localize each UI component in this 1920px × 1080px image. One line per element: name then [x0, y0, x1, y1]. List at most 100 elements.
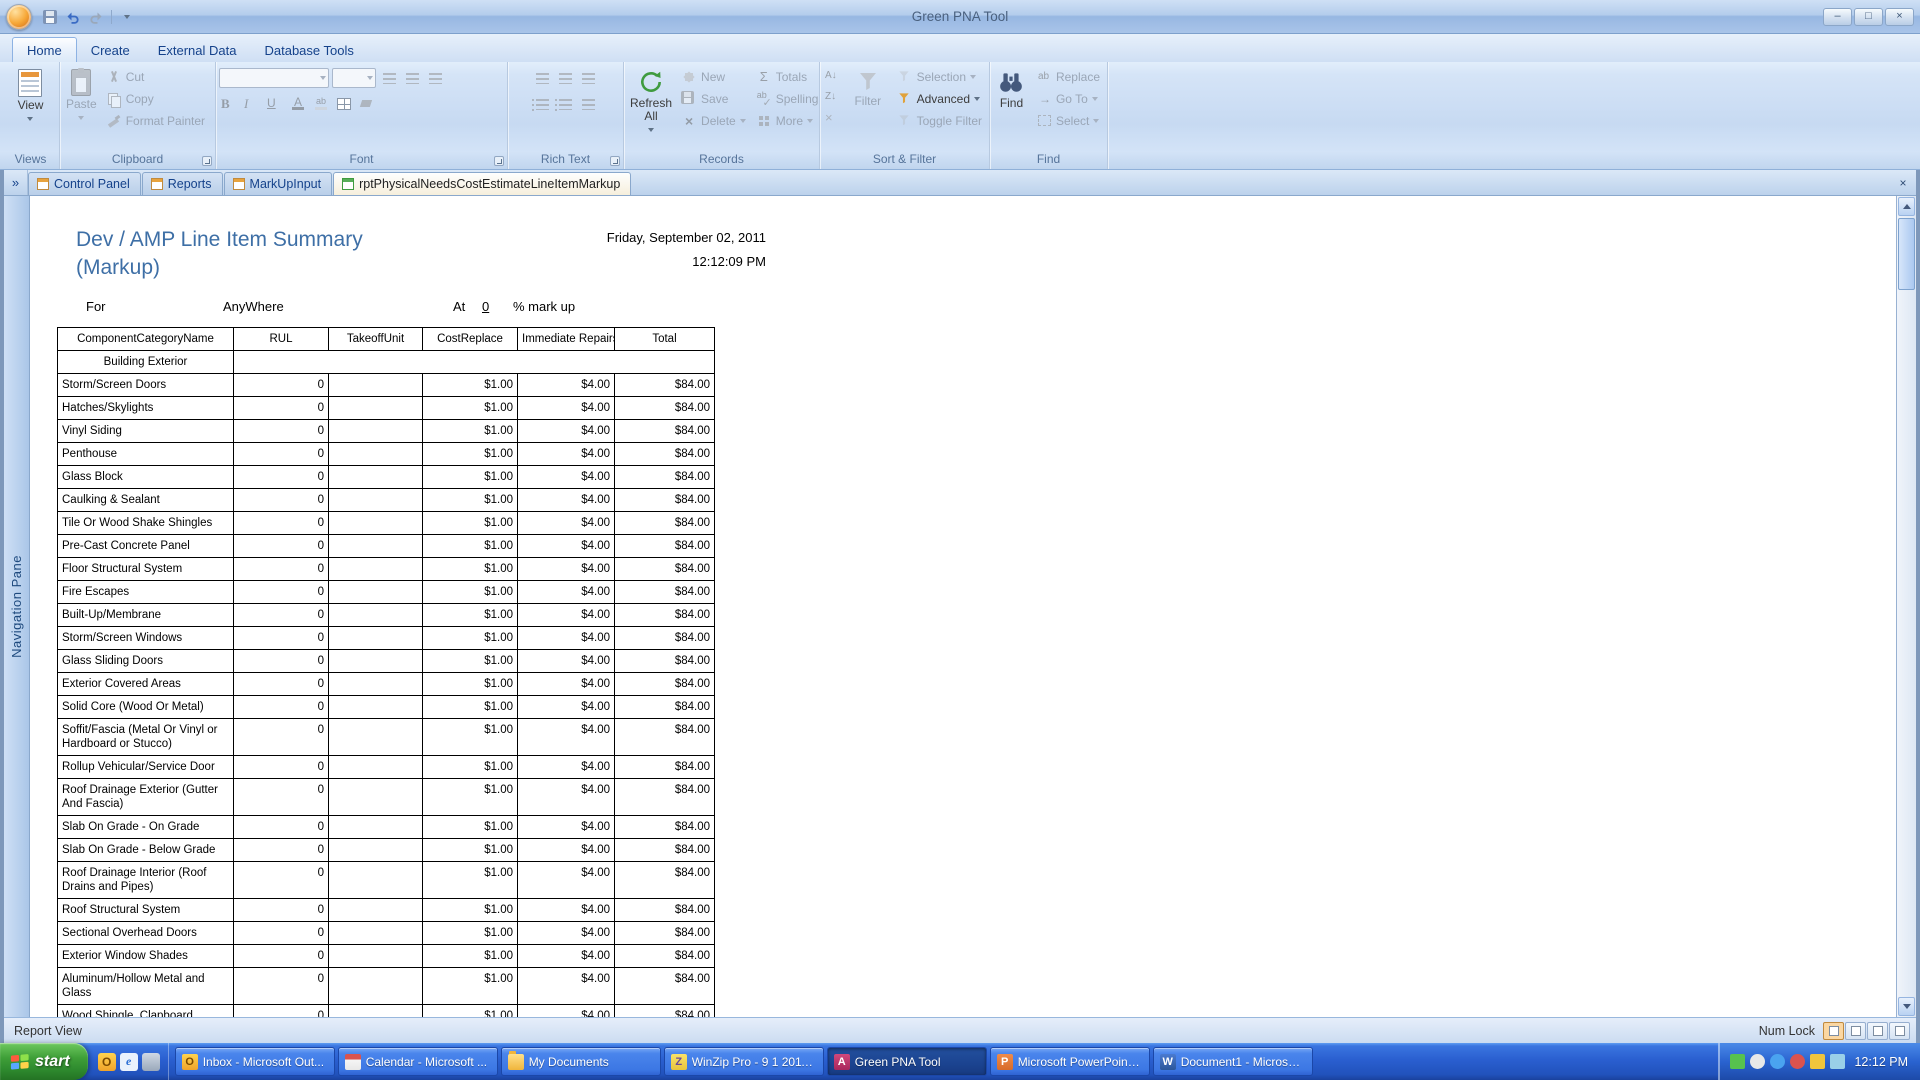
ribbon-tab-create[interactable]: Create [77, 38, 144, 62]
decrease-indent-button[interactable] [533, 68, 553, 88]
doc-tab-markupinput[interactable]: MarkUpInput [224, 172, 333, 195]
font-size-combo[interactable] [332, 68, 376, 88]
paragraph-marks-button[interactable] [579, 94, 599, 114]
scroll-down-button[interactable] [1898, 997, 1915, 1016]
minimize-button[interactable]: – [1823, 8, 1852, 26]
document-tab-bar: » Control PanelReportsMarkUpInputrptPhys… [4, 170, 1916, 196]
scroll-up-button[interactable] [1898, 197, 1915, 216]
increase-indent-button[interactable] [556, 68, 576, 88]
spelling-button[interactable]: Spelling [752, 88, 823, 109]
tray-icon-1[interactable] [1730, 1054, 1745, 1069]
table-row: Hatches/Skylights0$1.00$4.00$84.00 [58, 397, 715, 420]
scrollbar-thumb[interactable] [1898, 218, 1915, 290]
find-button[interactable]: Find [993, 66, 1030, 112]
tray-icon-5[interactable] [1810, 1054, 1825, 1069]
sort-descending-button[interactable] [823, 87, 843, 107]
toggle-filter-button[interactable]: Toggle Filter [893, 110, 986, 131]
doc-tab-reports[interactable]: Reports [142, 172, 223, 195]
filter-button[interactable]: Filter [845, 66, 891, 110]
undo-button[interactable] [63, 8, 83, 26]
table-cell: Tile Or Wood Shake Shingles [58, 512, 234, 535]
tray-icon-6[interactable] [1830, 1054, 1845, 1069]
taskbar-task-my-documents[interactable]: My Documents [501, 1047, 661, 1076]
fill-color-button[interactable] [357, 94, 377, 114]
redo-button[interactable] [86, 8, 106, 26]
vertical-scrollbar[interactable] [1896, 196, 1916, 1017]
taskbar-task-inbox-microsoft-out[interactable]: OInbox - Microsoft Out... [175, 1047, 335, 1076]
tray-icon-3[interactable] [1770, 1054, 1785, 1069]
layout-view-shortcut[interactable] [1867, 1022, 1888, 1040]
delete-record-button[interactable]: Delete [677, 110, 750, 131]
selection-button[interactable]: Selection [893, 66, 986, 87]
taskbar-clock[interactable]: 12:12 PM [1854, 1055, 1908, 1069]
italic-button[interactable] [242, 94, 262, 114]
numbering-button[interactable] [533, 94, 553, 114]
totals-button[interactable]: Totals [752, 66, 823, 87]
paste-button[interactable]: Paste [63, 66, 100, 125]
align-center-button[interactable] [402, 68, 422, 88]
tray-icon-2[interactable] [1750, 1054, 1765, 1069]
ribbon-tab-external-data[interactable]: External Data [144, 38, 251, 62]
rich-text-dialog-launcher[interactable] [610, 156, 620, 166]
advanced-filter-button[interactable]: Advanced [893, 88, 986, 109]
new-record-button[interactable]: New [677, 66, 750, 87]
font-color-button[interactable] [288, 94, 308, 114]
replace-button[interactable]: Replace [1032, 66, 1104, 87]
navigation-pane-collapsed[interactable]: Navigation Pane [4, 196, 30, 1017]
filter-label: Filter [854, 95, 881, 108]
print-preview-shortcut[interactable] [1845, 1022, 1866, 1040]
format-painter-button[interactable]: Format Painter [102, 110, 209, 131]
refresh-all-button[interactable]: Refresh All [627, 66, 675, 137]
text-direction-button[interactable] [579, 68, 599, 88]
tray-icon-4[interactable] [1790, 1054, 1805, 1069]
more-button[interactable]: More [752, 110, 823, 131]
ribbon-tab-home[interactable]: Home [12, 37, 77, 62]
taskbar-task-document1-microsof[interactable]: WDocument1 - Microsof... [1153, 1047, 1313, 1076]
taskbar-task-calendar-microsoft[interactable]: Calendar - Microsoft ... [338, 1047, 498, 1076]
table-cell: $1.00 [423, 627, 518, 650]
align-left-button[interactable] [379, 68, 399, 88]
table-cell [329, 719, 423, 756]
table-cell: $84.00 [615, 397, 715, 420]
doc-tab-rptphysicalneedscostestimatelineitemmarkup[interactable]: rptPhysicalNeedsCostEstimateLineItemMark… [333, 172, 631, 195]
quicklaunch-outlook-icon[interactable]: O [98, 1053, 116, 1071]
decrease-indent-icon [536, 73, 549, 84]
start-button[interactable]: start [0, 1043, 88, 1080]
clear-sort-button[interactable] [823, 108, 843, 128]
design-view-shortcut[interactable] [1889, 1022, 1910, 1040]
sort-ascending-button[interactable] [823, 66, 843, 86]
align-right-button[interactable] [425, 68, 445, 88]
table-cell: $4.00 [518, 443, 615, 466]
taskbar-task-microsoft-powerpoint[interactable]: PMicrosoft PowerPoint ... [990, 1047, 1150, 1076]
goto-button[interactable]: Go To [1032, 88, 1104, 109]
quicklaunch-show-desktop-icon[interactable] [142, 1053, 160, 1071]
doc-tab-control-panel[interactable]: Control Panel [28, 172, 141, 195]
view-button[interactable]: View [15, 66, 47, 126]
bold-button[interactable] [219, 94, 239, 114]
taskbar-task-winzip-pro-9-1-2011[interactable]: ZWinZip Pro - 9 1 2011... [664, 1047, 824, 1076]
navigation-pane-expand-button[interactable]: » [4, 170, 28, 195]
save-record-button[interactable]: Save [677, 88, 750, 109]
restore-button[interactable]: □ [1854, 8, 1883, 26]
clipboard-dialog-launcher[interactable] [202, 156, 212, 166]
office-button[interactable] [6, 4, 32, 30]
select-button[interactable]: Select [1032, 110, 1104, 131]
ribbon-tab-database-tools[interactable]: Database Tools [250, 38, 367, 62]
taskbar-task-green-pna-tool[interactable]: AGreen PNA Tool [827, 1047, 987, 1076]
font-dialog-launcher[interactable] [494, 156, 504, 166]
gridlines-button[interactable] [334, 94, 354, 114]
copy-button[interactable]: Copy [102, 88, 209, 109]
font-name-combo[interactable] [219, 68, 329, 88]
quicklaunch-internet-explorer-icon[interactable]: e [120, 1053, 138, 1071]
highlight-button[interactable] [311, 94, 331, 114]
underline-button[interactable] [265, 94, 285, 114]
report-view-shortcut[interactable] [1823, 1022, 1844, 1040]
close-button[interactable]: × [1885, 8, 1914, 26]
bold-icon [221, 96, 237, 112]
bullets-button[interactable] [556, 94, 576, 114]
cut-button[interactable]: Cut [102, 66, 209, 87]
save-button[interactable] [40, 8, 60, 26]
document-close-button[interactable]: × [1893, 174, 1913, 192]
qat-customize-button[interactable] [117, 8, 137, 26]
column-header-rul: RUL [234, 328, 329, 351]
